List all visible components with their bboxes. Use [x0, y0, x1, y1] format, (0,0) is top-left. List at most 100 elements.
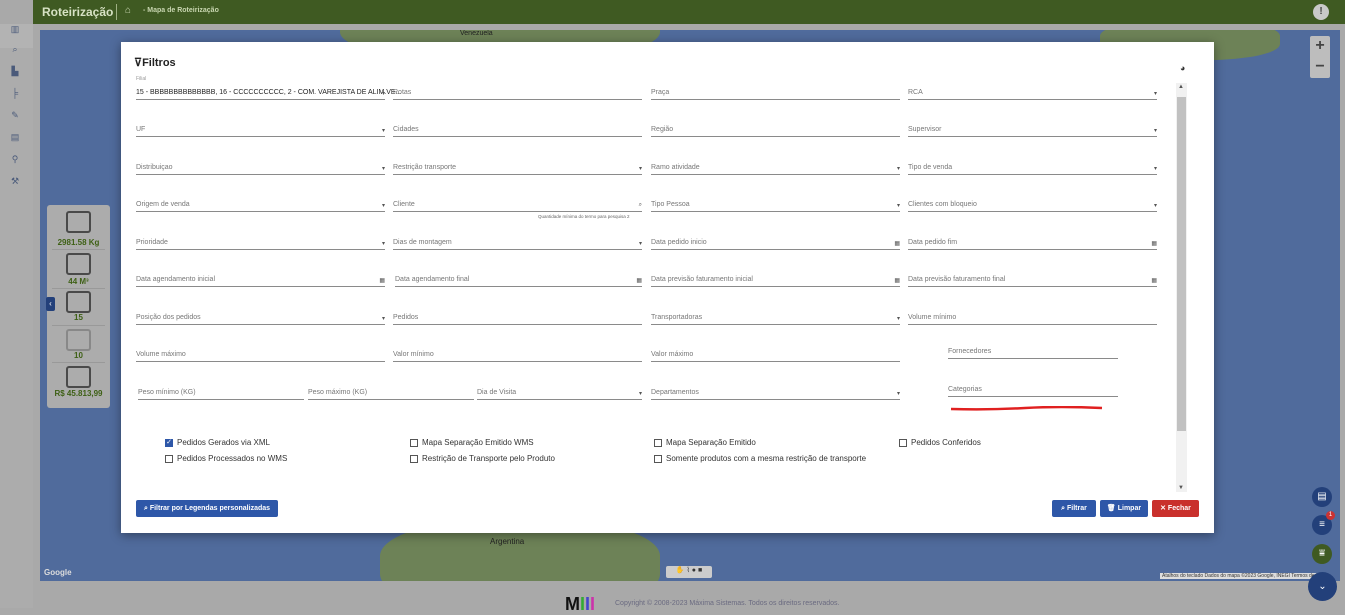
- chevron-down-icon[interactable]: ▾: [1154, 165, 1157, 172]
- calendar-icon[interactable]: ▦: [636, 277, 642, 284]
- checkbox[interactable]: [410, 438, 418, 447]
- chevron-down-icon[interactable]: ▾: [382, 202, 385, 209]
- rotas-field[interactable]: Rotas: [393, 84, 642, 100]
- chevron-down-icon[interactable]: ▾: [897, 202, 900, 209]
- cidades-field[interactable]: Cidades: [393, 121, 642, 137]
- posicao-dos-pedidos-field[interactable]: Posição dos pedidos ▾: [136, 309, 385, 325]
- chat-button[interactable]: ▤: [1312, 487, 1332, 507]
- checkbox-item[interactable]: Mapa Separação Emitido: [654, 438, 756, 447]
- checkbox-item[interactable]: Pedidos Processados no WMS: [165, 454, 287, 463]
- data-agendamento-final-field[interactable]: Data agendamento final ▦: [395, 271, 642, 287]
- restricao-transporte-field[interactable]: Restrição transporte ▾: [393, 159, 642, 175]
- info-icon[interactable]: !: [1313, 4, 1329, 20]
- checkbox[interactable]: [410, 454, 418, 463]
- chevron-down-icon[interactable]: ▾: [639, 390, 642, 397]
- filial-select[interactable]: Filial 15 - BBBBBBBBBBBBBB, 16 - CCCCCCCC…: [136, 76, 401, 100]
- chevron-down-icon[interactable]: ▾: [382, 127, 385, 134]
- chevron-down-icon[interactable]: ▾: [639, 240, 642, 247]
- checkbox-item[interactable]: ✓ Pedidos Gerados via XML: [165, 438, 270, 447]
- calendar-icon[interactable]: ▦: [379, 277, 385, 284]
- zoom-out-button[interactable]: −: [1310, 57, 1330, 78]
- scroll-down-icon[interactable]: ▼: [1178, 485, 1184, 491]
- search-icon[interactable]: ⌕: [9, 44, 21, 56]
- clear-button[interactable]: 🗑 Limpar: [1100, 500, 1148, 517]
- filter-button[interactable]: ⌕ Filtrar: [1052, 500, 1096, 517]
- chevron-down-icon[interactable]: ▾: [1154, 127, 1157, 134]
- chevron-down-icon[interactable]: ▾: [1154, 202, 1157, 209]
- map-attribution[interactable]: Atalhos do teclado Dados do mapa ©2023 G…: [1160, 573, 1327, 579]
- praca-field[interactable]: Praça: [651, 84, 900, 100]
- data-previsao-faturamento-inicial-field[interactable]: Data previsão faturamento inicial ▦: [651, 271, 900, 287]
- checkbox-item[interactable]: Restrição de Transporte pelo Produto: [410, 454, 555, 463]
- palette-icon[interactable]: ◕: [1180, 63, 1185, 73]
- transportadoras-field[interactable]: Transportadoras ▾: [651, 309, 900, 325]
- checkbox[interactable]: [654, 438, 662, 447]
- tool-icon[interactable]: ⚒: [9, 176, 21, 188]
- pin-icon[interactable]: ⚲: [9, 154, 21, 166]
- buildings-icon[interactable]: ▙: [9, 66, 21, 78]
- expand-button[interactable]: ⌄: [1308, 572, 1337, 601]
- pedidos-field[interactable]: Pedidos: [393, 309, 642, 325]
- rca-field[interactable]: RCA ▾: [908, 84, 1157, 100]
- valor-maximo-field[interactable]: Valor máximo: [651, 346, 900, 362]
- dias-de-montagem-field[interactable]: Dias de montagem ▾: [393, 234, 642, 250]
- clientes-com-bloqueio-field[interactable]: Clientes com bloqueio ▾: [908, 196, 1157, 212]
- chevron-down-icon[interactable]: ▾: [382, 315, 385, 322]
- tipo-de-venda-field[interactable]: Tipo de venda ▾: [908, 159, 1157, 175]
- checkbox-item[interactable]: Somente produtos com a mesma restrição d…: [654, 454, 866, 463]
- calendar-icon[interactable]: ▦: [1151, 240, 1157, 247]
- distribuicao-field[interactable]: Distribuiçao ▾: [136, 159, 385, 175]
- chevron-down-icon[interactable]: ▾: [382, 165, 385, 172]
- checkbox[interactable]: [899, 438, 907, 447]
- map-icon[interactable]: ▥: [9, 24, 21, 36]
- checkbox-item[interactable]: Mapa Separação Emitido WMS: [410, 438, 534, 447]
- zoom-in-button[interactable]: +: [1310, 36, 1330, 57]
- scroll-thumb[interactable]: [1177, 97, 1186, 431]
- legend-filter-button[interactable]: ⌕ Filtrar por Legendas personalizadas: [136, 500, 278, 517]
- scrollbar[interactable]: ▲ ▼: [1176, 83, 1187, 492]
- dia-de-visita-field[interactable]: Dia de Visita ▾: [477, 384, 642, 400]
- data-previsao-faturamento-final-field[interactable]: Data previsão faturamento final ▦: [908, 271, 1157, 287]
- scroll-up-icon[interactable]: ▲: [1178, 84, 1184, 90]
- valor-minimo-field[interactable]: Valor mínimo: [393, 346, 642, 362]
- chart-icon[interactable]: ╞: [9, 88, 21, 100]
- chevron-down-icon[interactable]: ▾: [897, 165, 900, 172]
- search-icon[interactable]: ⌕: [639, 202, 642, 209]
- volume-maximo-field[interactable]: Volume máximo: [136, 346, 385, 362]
- document-icon[interactable]: ▤: [9, 132, 21, 144]
- fornecedores-field[interactable]: Fornecedores: [948, 343, 1118, 359]
- collapse-panel-button[interactable]: ‹: [46, 297, 55, 311]
- checkbox-item[interactable]: Pedidos Conferidos: [899, 438, 981, 447]
- data-pedido-fim-field[interactable]: Data pedido fim ▦: [908, 234, 1157, 250]
- calendar-icon[interactable]: ▦: [894, 277, 900, 284]
- data-pedido-inicio-field[interactable]: Data pedido inicio ▦: [651, 234, 900, 250]
- filter-fab[interactable]: ⩸: [1312, 544, 1332, 564]
- checkbox[interactable]: ✓: [165, 438, 173, 447]
- uf-field[interactable]: UF ▾: [136, 121, 385, 137]
- supervisor-field[interactable]: Supervisor ▾: [908, 121, 1157, 137]
- cliente-field[interactable]: Cliente ⌕: [393, 196, 642, 212]
- chevron-down-icon[interactable]: ▾: [1154, 90, 1157, 97]
- ramo-atividade-field[interactable]: Ramo atividade ▾: [651, 159, 900, 175]
- drawing-tools[interactable]: ✋ ⌇ ● ■: [666, 566, 712, 578]
- prioridade-field[interactable]: Prioridade ▾: [136, 234, 385, 250]
- origem-de-venda-field[interactable]: Origem de venda ▾: [136, 196, 385, 212]
- close-button[interactable]: ✕ Fechar: [1152, 500, 1199, 517]
- chevron-down-icon[interactable]: ▾: [897, 390, 900, 397]
- calendar-icon[interactable]: ▦: [1151, 277, 1157, 284]
- tipo-pessoa-field[interactable]: Tipo Pessoa ▾: [651, 196, 900, 212]
- calendar-icon[interactable]: ▦: [894, 240, 900, 247]
- peso-maximo-kg-field[interactable]: Peso máximo (KG): [308, 384, 474, 400]
- edit-icon[interactable]: ✎: [9, 110, 21, 122]
- home-icon[interactable]: ⌂: [125, 5, 131, 16]
- data-agendamento-inicial-field[interactable]: Data agendamento inicial ▦: [136, 271, 385, 287]
- categorias-field[interactable]: Categorias: [948, 381, 1118, 397]
- checkbox[interactable]: [654, 454, 662, 463]
- checkbox[interactable]: [165, 454, 173, 463]
- regiao-field[interactable]: Região: [651, 121, 900, 137]
- breadcrumb[interactable]: - Mapa de Roteirização: [143, 7, 219, 14]
- peso-minimo-kg-field[interactable]: Peso mínimo (KG): [138, 384, 304, 400]
- chevron-down-icon[interactable]: ▾: [897, 315, 900, 322]
- chevron-down-icon[interactable]: ▾: [639, 165, 642, 172]
- chevron-down-icon[interactable]: ▾: [382, 240, 385, 247]
